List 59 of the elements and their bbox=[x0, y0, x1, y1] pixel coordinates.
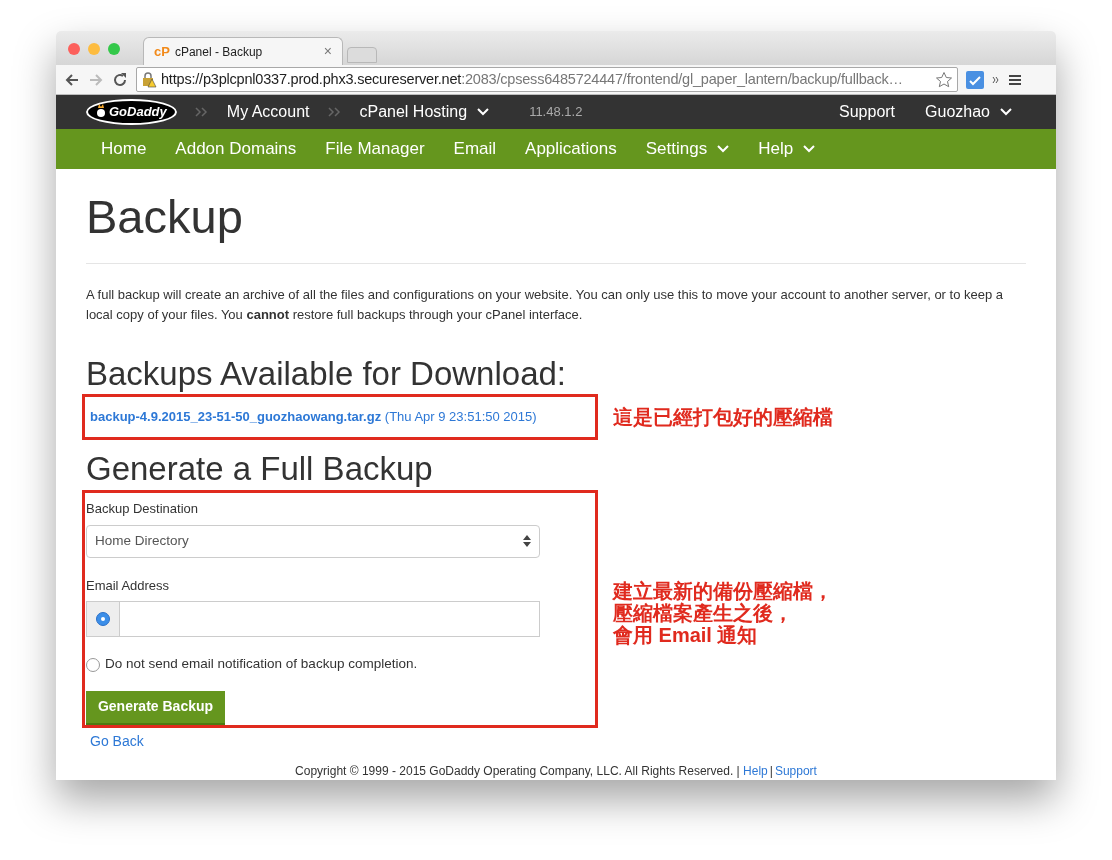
nav-link[interactable]: Addon Domains bbox=[175, 136, 297, 162]
reload-icon[interactable] bbox=[112, 71, 128, 88]
select-arrows-icon bbox=[523, 535, 531, 548]
download-link[interactable]: backup-4.9.2015_23-51-50_guozhaowang.tar.gz bbox=[90, 409, 382, 425]
forward-icon[interactable] bbox=[88, 71, 104, 88]
backup-date: (Thu Apr 9 23:51:50 2015) bbox=[384, 409, 537, 425]
radio-button[interactable] bbox=[86, 657, 100, 672]
select-value: Home Directory bbox=[95, 532, 189, 551]
nav-menu[interactable]: Help bbox=[758, 136, 816, 162]
close-icon[interactable] bbox=[68, 43, 80, 55]
annotation-text: 這是已經打包好的壓縮檔 bbox=[613, 406, 833, 428]
destination-select[interactable]: Home Directory bbox=[86, 524, 540, 558]
annotation-text: 建立最新的備份壓縮檔， bbox=[613, 580, 833, 602]
annotation-text: 壓縮檔案產生之後， bbox=[613, 602, 794, 624]
tab-title: cPanel - Backup bbox=[174, 43, 263, 61]
nav-link[interactable]: Email bbox=[453, 136, 497, 162]
double-chevron-icon bbox=[194, 107, 209, 118]
version-text: 11.48.1.2 bbox=[529, 103, 583, 122]
separator-text: | bbox=[768, 764, 774, 778]
chevron-down-icon bbox=[477, 108, 490, 117]
radio-label: Do not send email notification of backup completion. bbox=[105, 655, 418, 674]
breadcrumb-link[interactable]: cPanel Hosting bbox=[359, 100, 490, 125]
address-bar[interactable]: https://p3plcpnl0337.prod.phx3.secureserver.net:2083/cpsess6485724447/frontend/gl_paper_lantern/backup/fullback… bbox=[136, 67, 958, 93]
menu-icon[interactable] bbox=[1008, 72, 1022, 87]
extension-icon[interactable] bbox=[966, 70, 984, 89]
page-title: Backup bbox=[86, 189, 1026, 264]
intro-paragraph: A full backup will create an archive of all the files and configurations on your website. You can only use this to move your account to another server, or to keep a local copy of your files. You cannot restore full backups through your cPanel interface. bbox=[86, 286, 1005, 324]
footer-link[interactable]: Help bbox=[743, 764, 768, 778]
nav-link[interactable]: File Manager bbox=[325, 136, 425, 162]
go-back-link[interactable]: Go Back bbox=[90, 731, 1026, 752]
nav-menu[interactable]: Settings bbox=[645, 136, 730, 162]
section-heading: Generate a Full Backup bbox=[86, 451, 434, 487]
section-heading: Backups Available for Download: bbox=[86, 356, 567, 392]
breadcrumb-link[interactable]: My Account bbox=[226, 100, 310, 125]
url-path: :2083/cpsess6485724447/frontend/gl_paper_lantern/backup/fullback… bbox=[461, 70, 903, 87]
star-icon[interactable] bbox=[935, 70, 953, 89]
chevron-down-icon bbox=[717, 145, 730, 154]
generate-backup-button[interactable]: Generate Backup bbox=[86, 690, 225, 725]
field-label: Email Address bbox=[86, 576, 171, 595]
godaddy-logo[interactable]: GoDaddy bbox=[86, 99, 177, 126]
annotation-text: 會用 Email 通知 bbox=[613, 624, 759, 646]
footer-link[interactable]: Support bbox=[774, 764, 817, 778]
close-tab-icon[interactable]: × bbox=[323, 41, 332, 63]
back-icon[interactable] bbox=[64, 71, 80, 88]
nav-link[interactable]: Applications bbox=[525, 136, 617, 162]
favicon-logo: cP bbox=[154, 43, 170, 61]
chevron-down-icon bbox=[1000, 108, 1012, 117]
warning-lock-icon bbox=[141, 71, 157, 88]
url-host: https://p3plcpnl0337.prod.phx3.secureserver.net bbox=[161, 70, 462, 87]
nav-link[interactable]: Home bbox=[101, 136, 147, 162]
field-label: Backup Destination bbox=[86, 500, 199, 518]
double-chevron-icon bbox=[327, 107, 342, 118]
overflow-chevron-icon[interactable] bbox=[992, 74, 1000, 85]
support-link[interactable]: Support bbox=[839, 100, 896, 125]
chevron-down-icon bbox=[803, 145, 816, 154]
maximize-icon[interactable] bbox=[108, 43, 120, 55]
browser-tab[interactable]: cP cPanel - Backup × bbox=[143, 37, 343, 66]
user-menu[interactable]: Guozhao bbox=[925, 100, 1012, 125]
copyright-text: Copyright © 1999 - 2015 GoDaddy Operating Company, LLC. All Rights Reserved. | bbox=[295, 764, 740, 778]
